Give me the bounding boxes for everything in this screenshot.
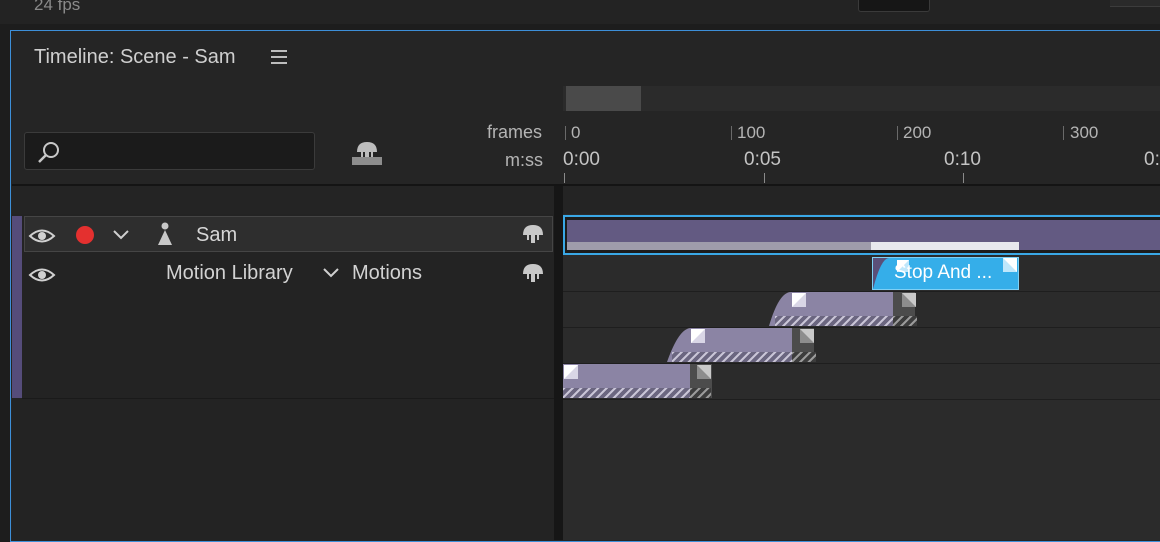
chevron-down-icon[interactable] — [112, 229, 130, 241]
layer-name: Sam — [196, 224, 238, 246]
frames-label: frames — [487, 122, 543, 142]
panel-splitter[interactable] — [554, 186, 563, 540]
clip-end-handle-icon — [697, 365, 711, 379]
clip-blend-region — [672, 352, 792, 362]
timeline-scrollbar[interactable] — [563, 86, 1160, 111]
clip-end-handle-icon — [800, 329, 814, 343]
time-tick — [564, 173, 565, 183]
clip-blend-region — [690, 388, 711, 398]
frame-mark: 0 — [571, 123, 581, 142]
header-gap — [12, 186, 1160, 214]
clip-blend-region — [792, 352, 816, 362]
person-icon — [158, 222, 172, 245]
search-icon — [38, 142, 59, 163]
time-label: m:ss — [505, 150, 543, 170]
hamburger-menu-icon[interactable] — [271, 50, 289, 66]
track-separator — [563, 327, 1160, 328]
frame-mark: 200 — [903, 123, 932, 142]
search-input[interactable] — [24, 132, 315, 170]
layer-color-bar — [12, 216, 22, 398]
top-control[interactable] — [858, 0, 930, 12]
motions-dropdown[interactable]: Motions — [352, 262, 422, 285]
frame-tick — [897, 126, 898, 140]
timeline-scroll-thumb[interactable] — [566, 86, 641, 111]
motion-library-label: Motion Library — [166, 262, 293, 284]
fps-label: 24 fps — [34, 0, 81, 14]
record-arm-button[interactable] — [76, 226, 94, 244]
puppet-icon[interactable] — [521, 263, 545, 283]
frame-mark: 100 — [737, 123, 766, 142]
chevron-down-icon[interactable] — [322, 267, 340, 279]
time-mark: 0:10 — [944, 149, 981, 170]
frame-tick — [731, 126, 732, 140]
top-control-right[interactable] — [1110, 0, 1160, 7]
top-strip — [0, 0, 1160, 24]
sam-track-range — [567, 242, 871, 250]
puppet-icon[interactable] — [521, 224, 545, 244]
sam-track-range-active — [871, 242, 1019, 250]
clip-label: Stop And ... — [894, 262, 993, 283]
eye-icon[interactable] — [28, 227, 56, 245]
time-tick — [963, 173, 964, 183]
layer-row-sam[interactable] — [24, 216, 553, 252]
time-mark: 0:00 — [563, 149, 600, 170]
puppet-icon[interactable] — [350, 140, 384, 166]
row-separator — [22, 398, 554, 399]
eye-icon[interactable] — [28, 266, 56, 284]
clip-end-handle-icon[interactable] — [1003, 258, 1018, 273]
clip-start-icon — [564, 365, 578, 379]
frame-tick — [1063, 126, 1064, 140]
track-separator — [563, 399, 1160, 400]
clip-blend-region — [775, 316, 893, 326]
time-mark: 0:05 — [744, 149, 781, 170]
clip-end-handle-icon — [902, 293, 916, 307]
clip-blend-region — [893, 316, 917, 326]
frame-tick — [565, 126, 566, 140]
clip-blend-region — [563, 388, 690, 398]
time-mark: 0: — [1144, 149, 1160, 170]
frame-mark: 300 — [1070, 123, 1099, 142]
panel-title: Timeline: Scene - Sam — [34, 46, 236, 68]
time-tick — [764, 173, 765, 183]
